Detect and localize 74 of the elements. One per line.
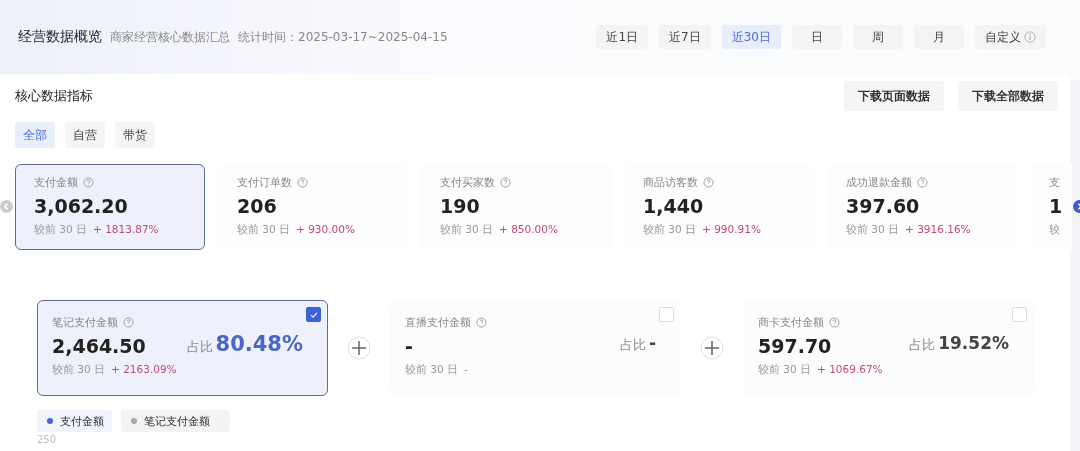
help-icon bbox=[297, 177, 308, 188]
compare-label: 较前 30 日 bbox=[34, 223, 88, 237]
metric-label: 支付买家数 bbox=[440, 175, 495, 190]
metric-label: 商卡支付金额 bbox=[758, 315, 824, 330]
help-icon bbox=[917, 177, 928, 188]
metric-value: 1,440 bbox=[643, 195, 705, 217]
metric-label: 商品访客数 bbox=[643, 175, 698, 190]
metric-label: 成功退款金额 bbox=[846, 175, 912, 190]
breakdown-card[interactable]: 笔记支付金额 2,464.50 占比 80.48% 较前 30 日 + 2163.09% bbox=[37, 300, 328, 396]
page-title: 经营数据概览 bbox=[18, 28, 102, 46]
range-tab[interactable]: 近7日 bbox=[659, 25, 711, 49]
help-icon bbox=[123, 317, 134, 328]
metric-value: 1 bbox=[1049, 195, 1064, 217]
compare-label: 较前 30 日 bbox=[758, 363, 812, 377]
metric-card[interactable]: 支付金额 3,062.20 较前 30 日 + 1813.87% bbox=[15, 164, 205, 250]
share-label: 占比 bbox=[909, 336, 936, 354]
metric-value: 2,464.50 bbox=[52, 335, 146, 357]
change-value: + 3916.16% bbox=[905, 223, 971, 237]
section-title: 核心数据指标 bbox=[15, 87, 93, 105]
metric-value: 397.60 bbox=[846, 195, 921, 217]
metric-label: 支付金额 bbox=[34, 175, 78, 190]
change-value: + 1069.67% bbox=[817, 363, 883, 377]
share-value: - bbox=[648, 333, 656, 353]
range-tab[interactable]: 近1日 bbox=[596, 25, 649, 49]
share-value: 19.52% bbox=[938, 333, 1009, 353]
metric-label: 支 bbox=[1049, 175, 1060, 190]
compare-label: 较前 30 日 bbox=[405, 363, 459, 377]
change-value: - bbox=[464, 363, 468, 377]
legend-chip[interactable]: 支付金额 bbox=[37, 410, 112, 432]
range-tab[interactable]: 自定义 bbox=[975, 25, 1046, 49]
checkbox[interactable] bbox=[306, 307, 321, 322]
metric-value: 206 bbox=[237, 195, 278, 217]
plus-icon bbox=[700, 336, 724, 360]
scroll-left-icon[interactable] bbox=[0, 200, 13, 213]
change-value: + 1813.87% bbox=[93, 223, 159, 237]
axis-tick: 250 bbox=[37, 434, 58, 445]
change-value: + 850.00% bbox=[499, 223, 558, 237]
compare-label: 较前 30 日 bbox=[846, 223, 900, 237]
range-tab[interactable]: 日 bbox=[792, 25, 842, 49]
help-icon bbox=[83, 177, 94, 188]
metric-value: 190 bbox=[440, 195, 481, 217]
change-value: + 990.91% bbox=[702, 223, 761, 237]
download-button[interactable]: 下载页面数据 bbox=[844, 81, 944, 111]
page-subtitle: 商家经营核心数据汇总 bbox=[110, 28, 230, 46]
compare-label: 较前 30 日 bbox=[52, 363, 106, 377]
metric-label: 直播支付金额 bbox=[405, 315, 471, 330]
metric-value: - bbox=[405, 335, 413, 357]
compare-label: 较前 30 日 bbox=[237, 223, 291, 237]
metric-label: 支付订单数 bbox=[237, 175, 292, 190]
compare-label: 较前 30 日 bbox=[643, 223, 697, 237]
download-button[interactable]: 下载全部数据 bbox=[958, 81, 1058, 111]
change-value: + 2163.09% bbox=[111, 363, 177, 377]
plus-icon bbox=[347, 336, 371, 360]
filter-tab[interactable]: 带货 bbox=[115, 122, 155, 148]
change-value: + 930.00% bbox=[296, 223, 355, 237]
metric-value: 3,062.20 bbox=[34, 195, 129, 217]
help-icon bbox=[476, 317, 487, 328]
legend-chip[interactable]: 笔记支付金额 bbox=[121, 410, 230, 432]
share-label: 占比 bbox=[619, 336, 646, 354]
help-icon bbox=[703, 177, 714, 188]
range-tab[interactable]: 近30日 bbox=[721, 25, 781, 49]
filter-tab[interactable]: 自营 bbox=[65, 122, 105, 148]
range-tab[interactable]: 月 bbox=[914, 25, 964, 49]
metric-label: 笔记支付金额 bbox=[52, 315, 118, 330]
metric-value: 597.70 bbox=[758, 335, 832, 357]
help-icon bbox=[500, 177, 511, 188]
share-value: 80.48% bbox=[215, 331, 303, 356]
filter-tab[interactable]: 全部 bbox=[15, 122, 55, 148]
compare-label: 较前 30 日 bbox=[440, 223, 494, 237]
share-label: 占比 bbox=[186, 337, 213, 356]
help-icon bbox=[829, 317, 840, 328]
compare-label: 较 bbox=[1049, 223, 1060, 237]
period-text: 统计时间：2025-03-17~2025-04-15 bbox=[238, 28, 448, 46]
range-tab[interactable]: 周 bbox=[853, 25, 903, 49]
